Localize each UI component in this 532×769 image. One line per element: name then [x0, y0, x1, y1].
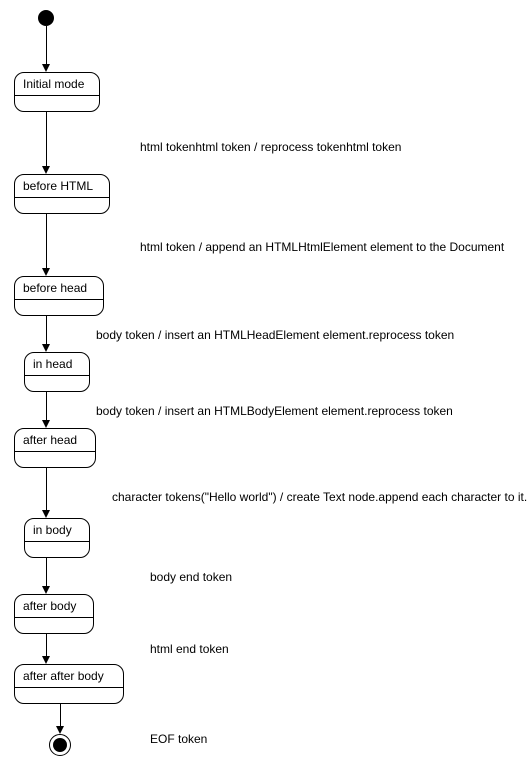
- state-label: Initial mode: [23, 77, 91, 91]
- state-initial-mode: Initial mode: [14, 72, 100, 112]
- arrow: [46, 468, 47, 512]
- state-after-head: after head: [14, 428, 96, 468]
- transition-label: html end token: [150, 642, 229, 656]
- start-node-icon: [38, 10, 54, 26]
- arrow: [46, 26, 47, 66]
- state-label: in body: [33, 523, 81, 537]
- arrow: [46, 558, 47, 588]
- arrowhead-icon: [56, 726, 64, 734]
- transition-label: body token / insert an HTMLHeadElement e…: [96, 328, 454, 342]
- arrow: [46, 112, 47, 168]
- state-label: after body: [23, 599, 85, 613]
- state-label: in head: [33, 357, 81, 371]
- arrowhead-icon: [42, 510, 50, 518]
- state-after-body: after body: [14, 594, 94, 634]
- arrow: [46, 392, 47, 422]
- transition-label: character tokens("Hello world") / create…: [112, 490, 527, 504]
- state-label: before head: [23, 281, 95, 295]
- transition-label: html token / append an HTMLHtmlElement e…: [140, 240, 504, 254]
- state-label: before HTML: [23, 179, 101, 193]
- state-before-html: before HTML: [14, 174, 110, 214]
- arrowhead-icon: [42, 268, 50, 276]
- state-label: after after body: [23, 669, 115, 683]
- arrowhead-icon: [42, 64, 50, 72]
- end-node-icon: [49, 734, 71, 756]
- arrowhead-icon: [42, 344, 50, 352]
- arrow: [46, 634, 47, 658]
- transition-label: html tokenhtml token / reprocess tokenht…: [140, 140, 401, 154]
- state-in-head: in head: [24, 352, 90, 392]
- arrowhead-icon: [42, 420, 50, 428]
- state-diagram: Initial mode html tokenhtml token / repr…: [0, 0, 532, 769]
- arrow: [46, 214, 47, 270]
- arrowhead-icon: [42, 586, 50, 594]
- transition-label: body token / insert an HTMLBodyElement e…: [96, 404, 453, 418]
- arrow: [46, 316, 47, 346]
- state-after-after-body: after after body: [14, 664, 124, 704]
- transition-label: EOF token: [150, 732, 207, 746]
- arrow: [60, 704, 61, 728]
- state-in-body: in body: [24, 518, 90, 558]
- arrowhead-icon: [42, 166, 50, 174]
- arrowhead-icon: [42, 656, 50, 664]
- transition-label: body end token: [150, 570, 232, 584]
- state-label: after head: [23, 433, 87, 447]
- state-before-head: before head: [14, 276, 104, 316]
